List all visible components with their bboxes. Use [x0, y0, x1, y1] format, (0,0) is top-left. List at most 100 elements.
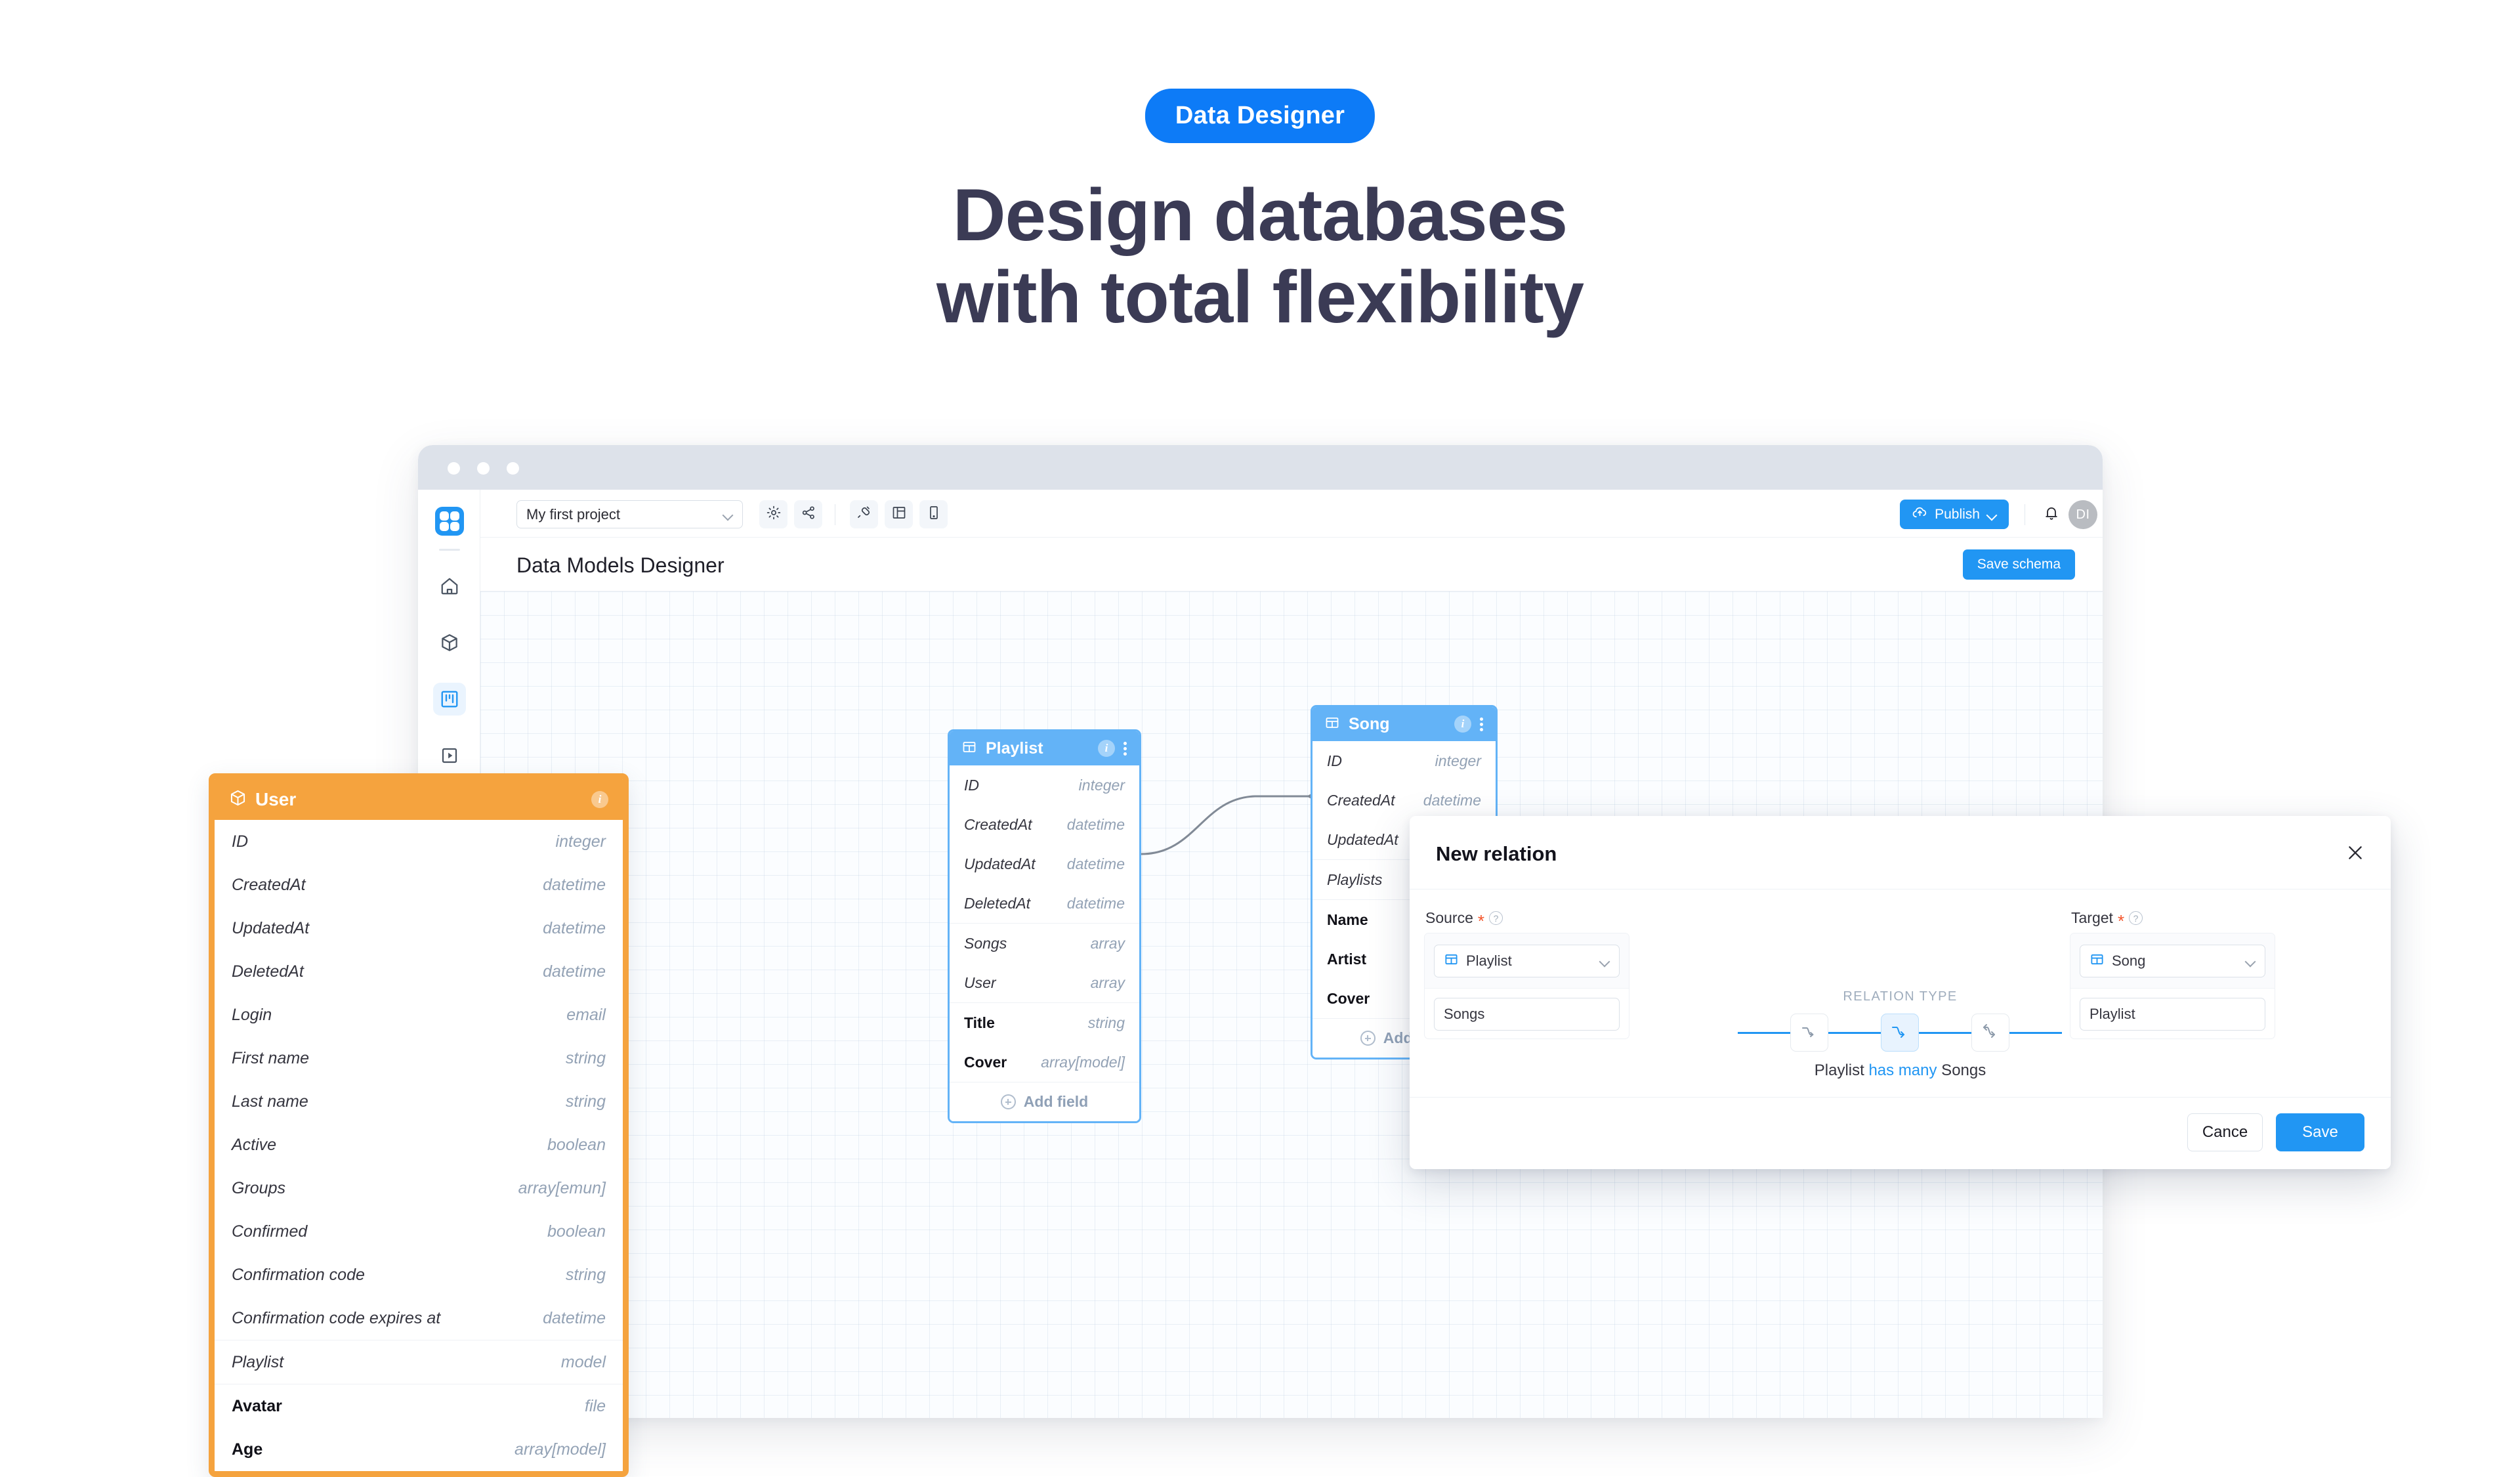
source-model-select[interactable]: Playlist: [1434, 945, 1620, 977]
table-name: Song: [1349, 715, 1446, 734]
field-name: Last name: [232, 1092, 308, 1111]
field-name: Artist: [1327, 951, 1366, 968]
share-button[interactable]: [794, 500, 822, 528]
plus-circle-icon: [1360, 1031, 1376, 1046]
app-logo-icon[interactable]: [435, 507, 464, 536]
field-name: First name: [232, 1049, 309, 1068]
table-name: Playlist: [986, 739, 1089, 758]
field-type: datetime: [543, 1309, 606, 1328]
integrations-button[interactable]: [850, 500, 878, 528]
relation-type-many-to-many[interactable]: [1971, 1014, 2009, 1052]
publish-button[interactable]: Publish: [1900, 500, 2009, 529]
table-row: Loginemail: [215, 993, 623, 1037]
info-icon[interactable]: i: [1454, 716, 1471, 733]
question-icon[interactable]: ?: [1489, 911, 1503, 925]
dialog-body: Source * ? Playlist Songs: [1410, 889, 2391, 1097]
field-type: array: [1091, 935, 1125, 953]
play-box-icon: [440, 746, 459, 765]
avatar[interactable]: DI: [2068, 500, 2097, 529]
add-field-button[interactable]: Add field: [950, 1082, 1139, 1121]
sidebar-item-data-models-designer[interactable]: [433, 683, 466, 716]
field-group: Titlestring Coverarray[model]: [950, 1002, 1139, 1082]
source-panel: Playlist Songs: [1424, 933, 1629, 1039]
field-type: integer: [1435, 752, 1481, 770]
table-row: Last namestring: [215, 1080, 623, 1123]
table-row: IDinteger: [950, 765, 1139, 805]
field-type: datetime: [1067, 855, 1125, 873]
sidebar-item-home[interactable]: [433, 570, 466, 603]
field-name: Playlist: [232, 1353, 284, 1372]
table-card-playlist[interactable]: Playlist i IDinteger CreatedAt datetime U…: [948, 729, 1141, 1123]
field-type: array[emun]: [518, 1179, 606, 1198]
close-button[interactable]: [2345, 842, 2366, 863]
home-icon: [440, 576, 459, 596]
save-button[interactable]: Save: [2276, 1113, 2364, 1151]
field-name: UpdatedAt: [1327, 831, 1398, 849]
mobile-preview-button[interactable]: [919, 500, 948, 528]
save-schema-button[interactable]: Save schema: [1963, 549, 2075, 580]
layout-button[interactable]: [885, 500, 913, 528]
target-model-select-wrap: Song: [2070, 933, 2275, 989]
info-icon[interactable]: i: [1098, 740, 1115, 757]
field-type: integer: [1079, 777, 1125, 794]
many-to-many-icon: [1981, 1021, 2000, 1044]
bell-icon: [2043, 505, 2060, 525]
table-icon: [2090, 952, 2105, 970]
relation-desc-suffix: Songs: [1937, 1061, 1986, 1079]
sidebar-item-preview[interactable]: [433, 739, 466, 772]
app-toolbar: My first project: [480, 490, 2103, 538]
table-row: Userarray: [950, 963, 1139, 1002]
more-options-icon[interactable]: [1480, 716, 1484, 733]
question-icon[interactable]: ?: [2129, 911, 2143, 925]
field-type: file: [585, 1397, 606, 1416]
table-card-user[interactable]: User i IDinteger CreatedAtdatetime Updat…: [209, 773, 629, 1477]
field-name: Cover: [1327, 990, 1370, 1008]
settings-button[interactable]: [759, 500, 788, 528]
more-options-icon[interactable]: [1124, 740, 1127, 757]
field-group: IDinteger CreatedAt datetime UpdatedAt dat…: [950, 765, 1139, 923]
cloud-upload-icon: [1912, 504, 1928, 524]
field-name: UpdatedAt: [964, 855, 1036, 873]
table-row: Songsarray: [950, 924, 1139, 963]
dialog-footer: Cance Save: [1410, 1097, 2391, 1169]
target-label-group: Target * ?: [2071, 909, 2143, 927]
new-relation-dialog: New relation Source * ?: [1410, 816, 2391, 1169]
dialog-title: New relation: [1436, 842, 1557, 866]
dialog-header: New relation: [1410, 816, 2391, 889]
notifications-button[interactable]: [2041, 504, 2062, 525]
field-name: DeletedAt: [964, 895, 1030, 912]
relation-type-one-to-many[interactable]: [1881, 1014, 1919, 1052]
table-row: DeletedAtdatetime: [215, 950, 623, 993]
table-row: IDinteger: [215, 820, 623, 863]
chevron-down-icon: [1599, 958, 1610, 964]
project-name-label: My first project: [526, 506, 723, 523]
relation-type-one-to-one[interactable]: [1790, 1014, 1828, 1052]
field-name: User: [964, 974, 996, 992]
field-type: boolean: [547, 1222, 606, 1241]
field-type: array[model]: [514, 1440, 606, 1459]
chevron-down-icon: [2245, 958, 2256, 964]
close-dot[interactable]: [448, 462, 460, 475]
layout-icon: [891, 505, 907, 524]
target-model-select[interactable]: Song: [2080, 945, 2265, 977]
relation-line-mid-2: [1919, 1032, 1971, 1034]
table-row: UpdatedAt datetime: [950, 844, 1139, 884]
minimize-dot[interactable]: [477, 462, 490, 475]
headline-line-1: Design databases: [953, 174, 1567, 256]
maximize-dot[interactable]: [507, 462, 519, 475]
page-title: Data Models Designer: [516, 553, 724, 578]
table-row: Confirmedboolean: [215, 1210, 623, 1253]
field-type: boolean: [547, 1136, 606, 1155]
table-row: Groupsarray[emun]: [215, 1167, 623, 1210]
field-name: Login: [232, 1006, 272, 1025]
field-type: model: [561, 1353, 606, 1372]
cancel-button[interactable]: Cance: [2187, 1113, 2263, 1151]
plug-icon: [856, 505, 872, 524]
table-row: Agearray[model]: [215, 1428, 623, 1471]
hero-section: Data Designer Design databases with tota…: [0, 0, 2520, 407]
project-select[interactable]: My first project: [516, 500, 743, 528]
field-type: datetime: [1067, 895, 1125, 912]
field-name: CreatedAt: [964, 816, 1032, 834]
info-icon[interactable]: i: [591, 791, 608, 808]
sidebar-item-models[interactable]: [433, 626, 466, 659]
